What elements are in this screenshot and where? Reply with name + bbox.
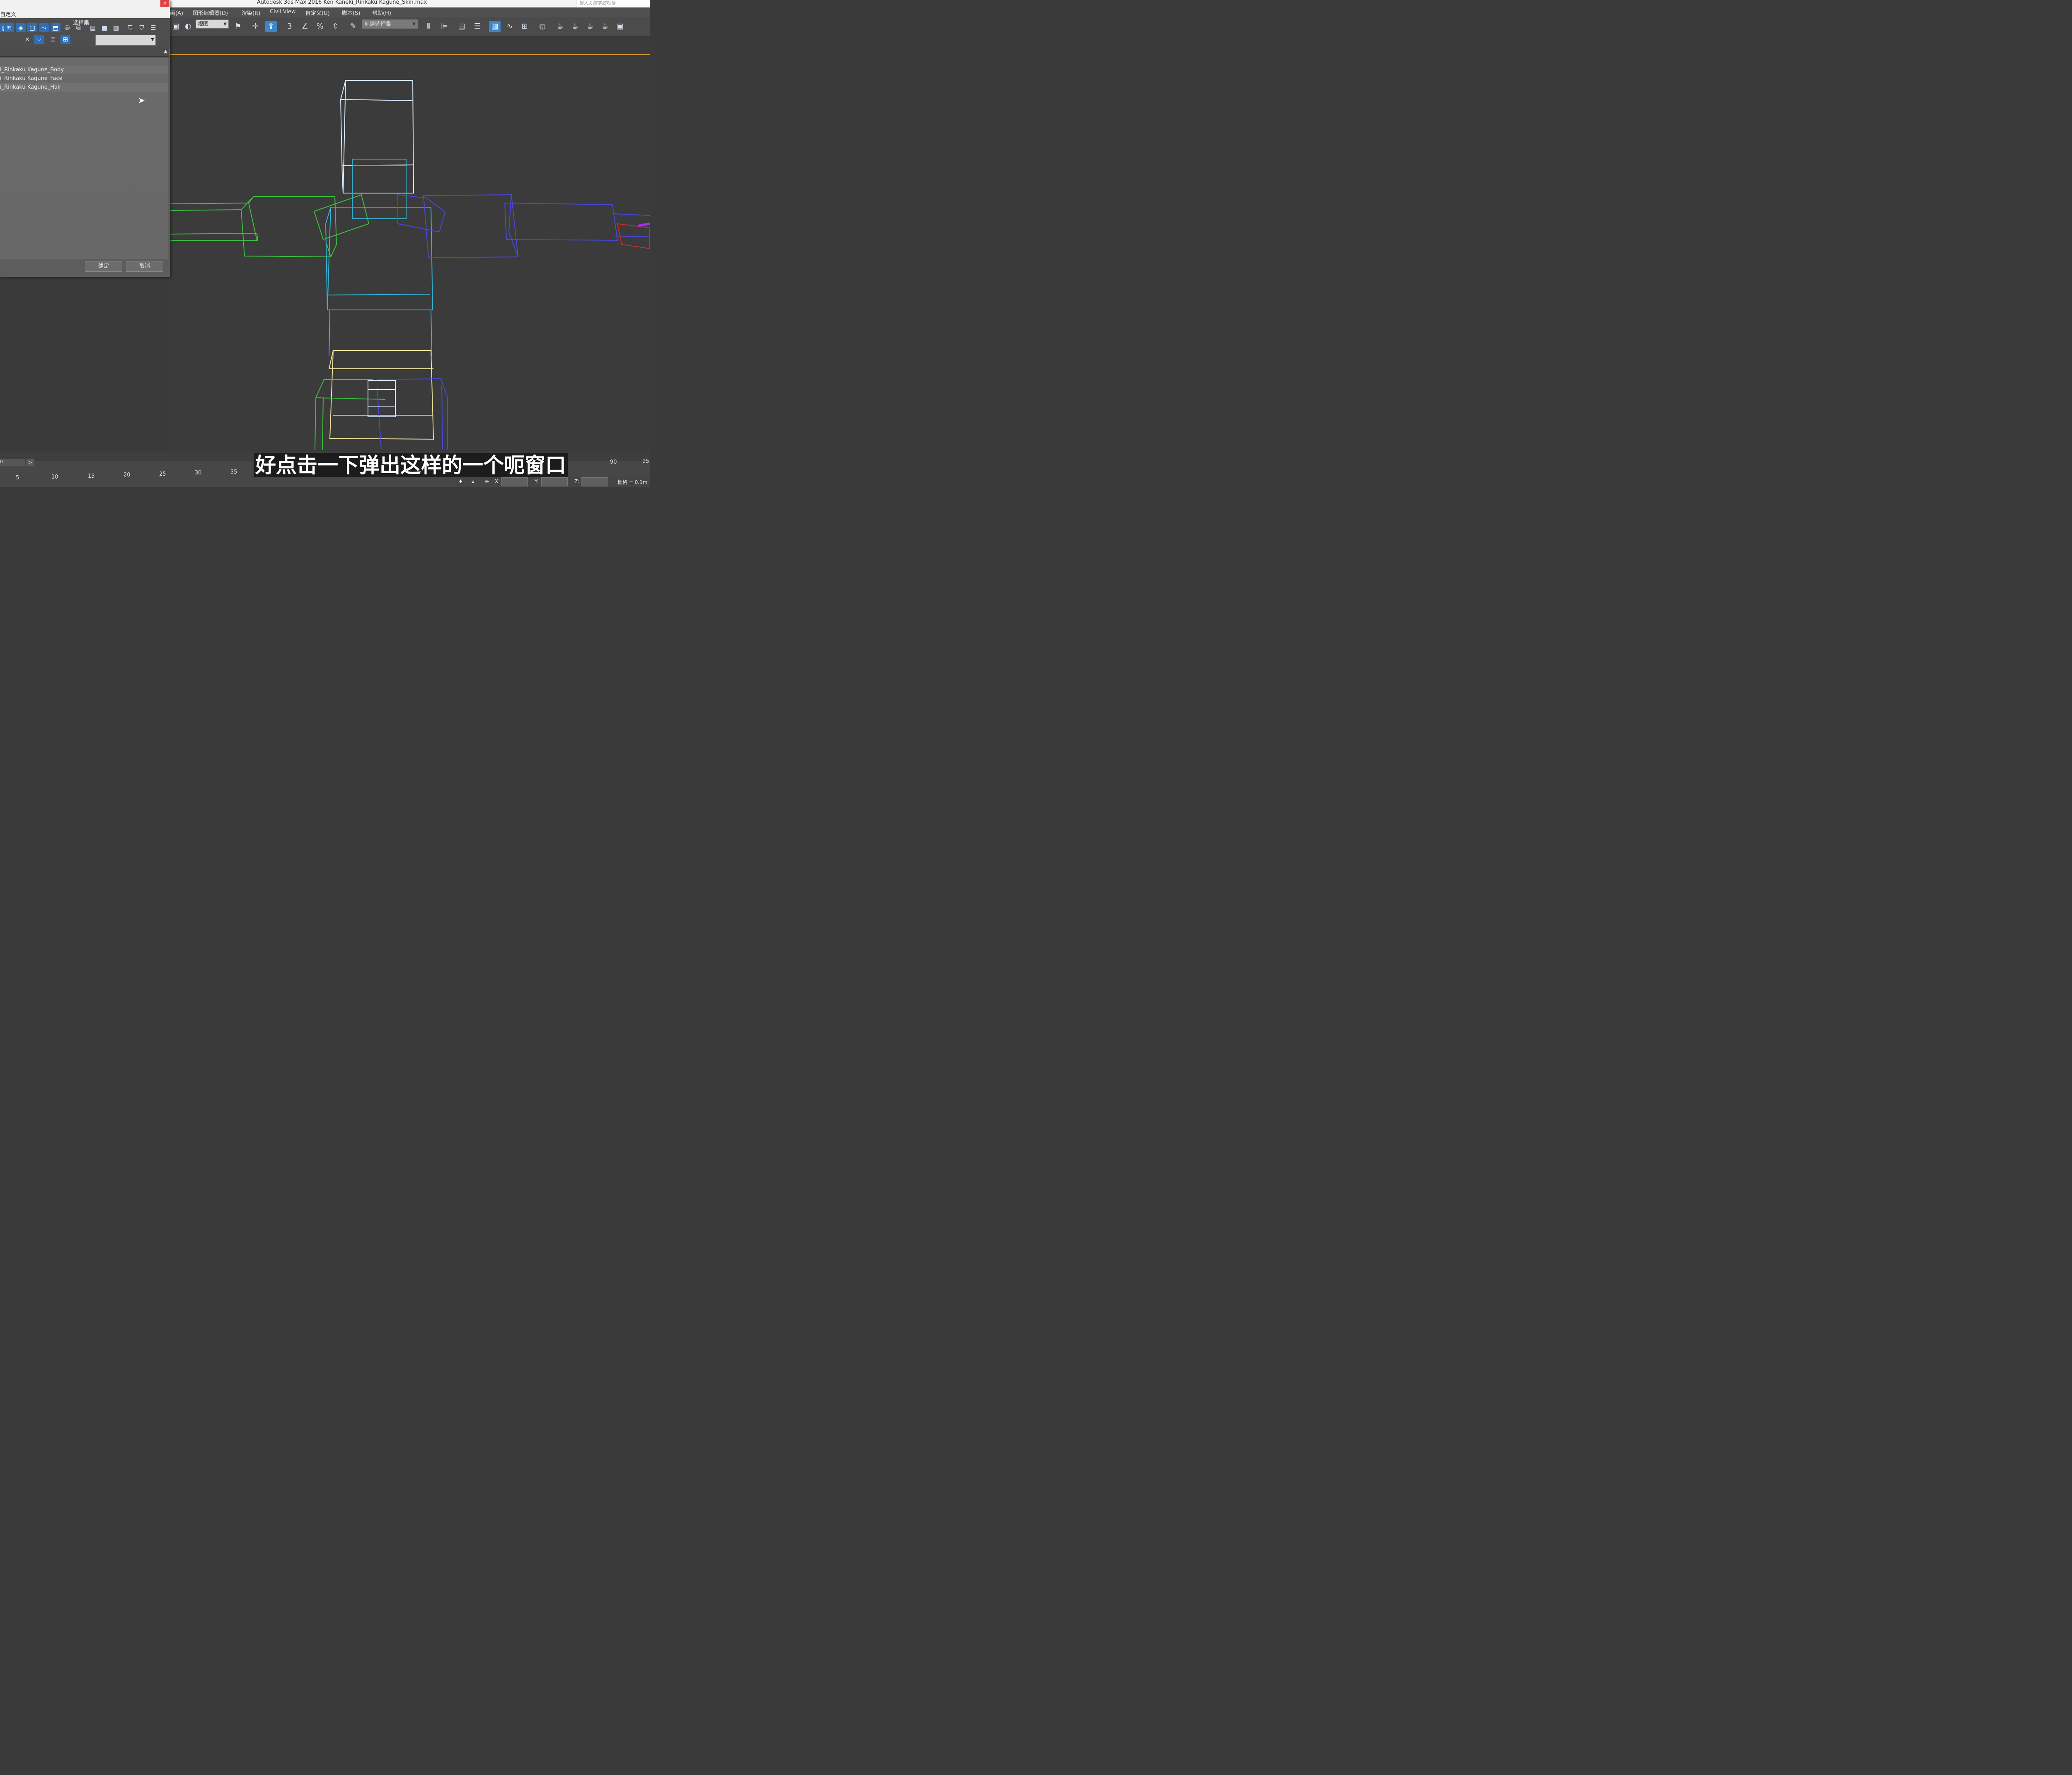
absolute-mode-icon[interactable]: ⊕	[485, 479, 489, 484]
x-field[interactable]	[501, 477, 528, 486]
list-item-label: i_Rinkaku Kagune_Face	[0, 75, 63, 82]
toggle-filter-icon[interactable]: ⛉	[34, 35, 44, 44]
select-from-scene-dialog: 自定义 × ▤ ≋ ◈ ▢ ⤳ ⬒ ⛁ ⛁ ▤ ■ ▥ ⛉ ⛉ ☰ ✕ ⛉ ≣ …	[0, 0, 170, 277]
sort-ascending-icon[interactable]: ▲	[164, 48, 167, 54]
object-list: i_Rinkaku Kagune_Body i_Rinkaku Kagune_F…	[0, 58, 168, 259]
tick-label: 30	[195, 470, 202, 476]
display-cameras-icon[interactable]: ▢	[27, 23, 37, 32]
display-groups-icon[interactable]: ⛁	[62, 23, 72, 32]
root-bone-box	[368, 380, 396, 417]
collapse-icon[interactable]: ☰	[148, 23, 158, 32]
list-item-label: i_Rinkaku Kagune_Hair	[0, 84, 61, 90]
z-label: Z:	[574, 479, 580, 484]
torso-bones	[325, 207, 433, 357]
tick-label: 95	[642, 458, 649, 464]
grid-size: 栅格 = 0.1m	[617, 479, 648, 485]
chevron-down-icon: ▼	[151, 37, 154, 42]
z-field[interactable]	[581, 477, 608, 486]
dialog-title-bar: 自定义	[0, 0, 170, 18]
display-frozen-icon[interactable]: ▥	[111, 23, 121, 32]
clear-icon[interactable]: ✕	[22, 35, 32, 44]
close-button[interactable]: ×	[160, 0, 169, 7]
list-item[interactable]: i_Rinkaku Kagune_Hair	[0, 83, 168, 92]
display-spacewarps-icon[interactable]: ⬒	[51, 23, 61, 32]
tick-label: 15	[88, 473, 95, 479]
tick-label: 20	[123, 472, 131, 478]
status-bar: ♦ 🔒︎ ⊕ X: Y: Z: 栅格 = 0.1m	[456, 476, 650, 487]
mouse-cursor-icon: ➤	[138, 95, 145, 105]
dialog-title: 自定义	[0, 12, 17, 18]
frame-indicator[interactable]: 0	[0, 459, 25, 466]
tick-label: 90	[610, 459, 617, 465]
right-arm-bones	[397, 194, 650, 259]
left-arm-bones	[169, 194, 370, 258]
sort-by-layer-icon[interactable]: ≣	[48, 35, 58, 44]
tick-label: 5	[16, 475, 19, 481]
list-item-label: i_Rinkaku Kagune_Body	[0, 67, 64, 73]
selection-set-label: 选择集:	[73, 20, 91, 26]
lock-icon[interactable]: 🔒︎	[472, 479, 474, 485]
sort-by-hierarchy-icon[interactable]: ⊞	[61, 35, 70, 44]
tick-label: 10	[51, 474, 58, 480]
list-item[interactable]: i_Rinkaku Kagune_Face	[0, 75, 168, 83]
ok-button[interactable]: 确定	[85, 261, 122, 272]
selection-set-combo[interactable]: ▼	[95, 35, 156, 46]
tick-label: 25	[159, 471, 166, 477]
tick-label: 35	[230, 469, 237, 475]
display-shapes-icon[interactable]: ≋	[4, 23, 14, 32]
pelvis-bone-box	[329, 350, 434, 440]
next-frame-button[interactable]: >	[27, 459, 34, 466]
cancel-button[interactable]: 取消	[126, 261, 163, 272]
right-finger-bone	[638, 222, 650, 227]
y-label: Y:	[535, 479, 539, 484]
x-label: X:	[495, 479, 500, 484]
head-bone-box	[340, 80, 414, 193]
y-field[interactable]	[541, 477, 568, 486]
filter-icon[interactable]: ⛉	[125, 23, 135, 32]
list-item[interactable]: i_Rinkaku Kagune_Body	[0, 66, 168, 74]
lightbulb-icon[interactable]: ♦	[458, 479, 463, 484]
video-subtitle: 好点击一下弹出这样的一个呃窗口	[254, 453, 568, 477]
display-containers-icon[interactable]: ■	[99, 23, 109, 32]
list-header: ▲	[0, 47, 169, 57]
display-helpers-icon[interactable]: ⤳	[39, 23, 49, 32]
filter-options-icon[interactable]: ⛉	[137, 23, 147, 32]
display-lights-icon[interactable]: ◈	[16, 23, 26, 32]
